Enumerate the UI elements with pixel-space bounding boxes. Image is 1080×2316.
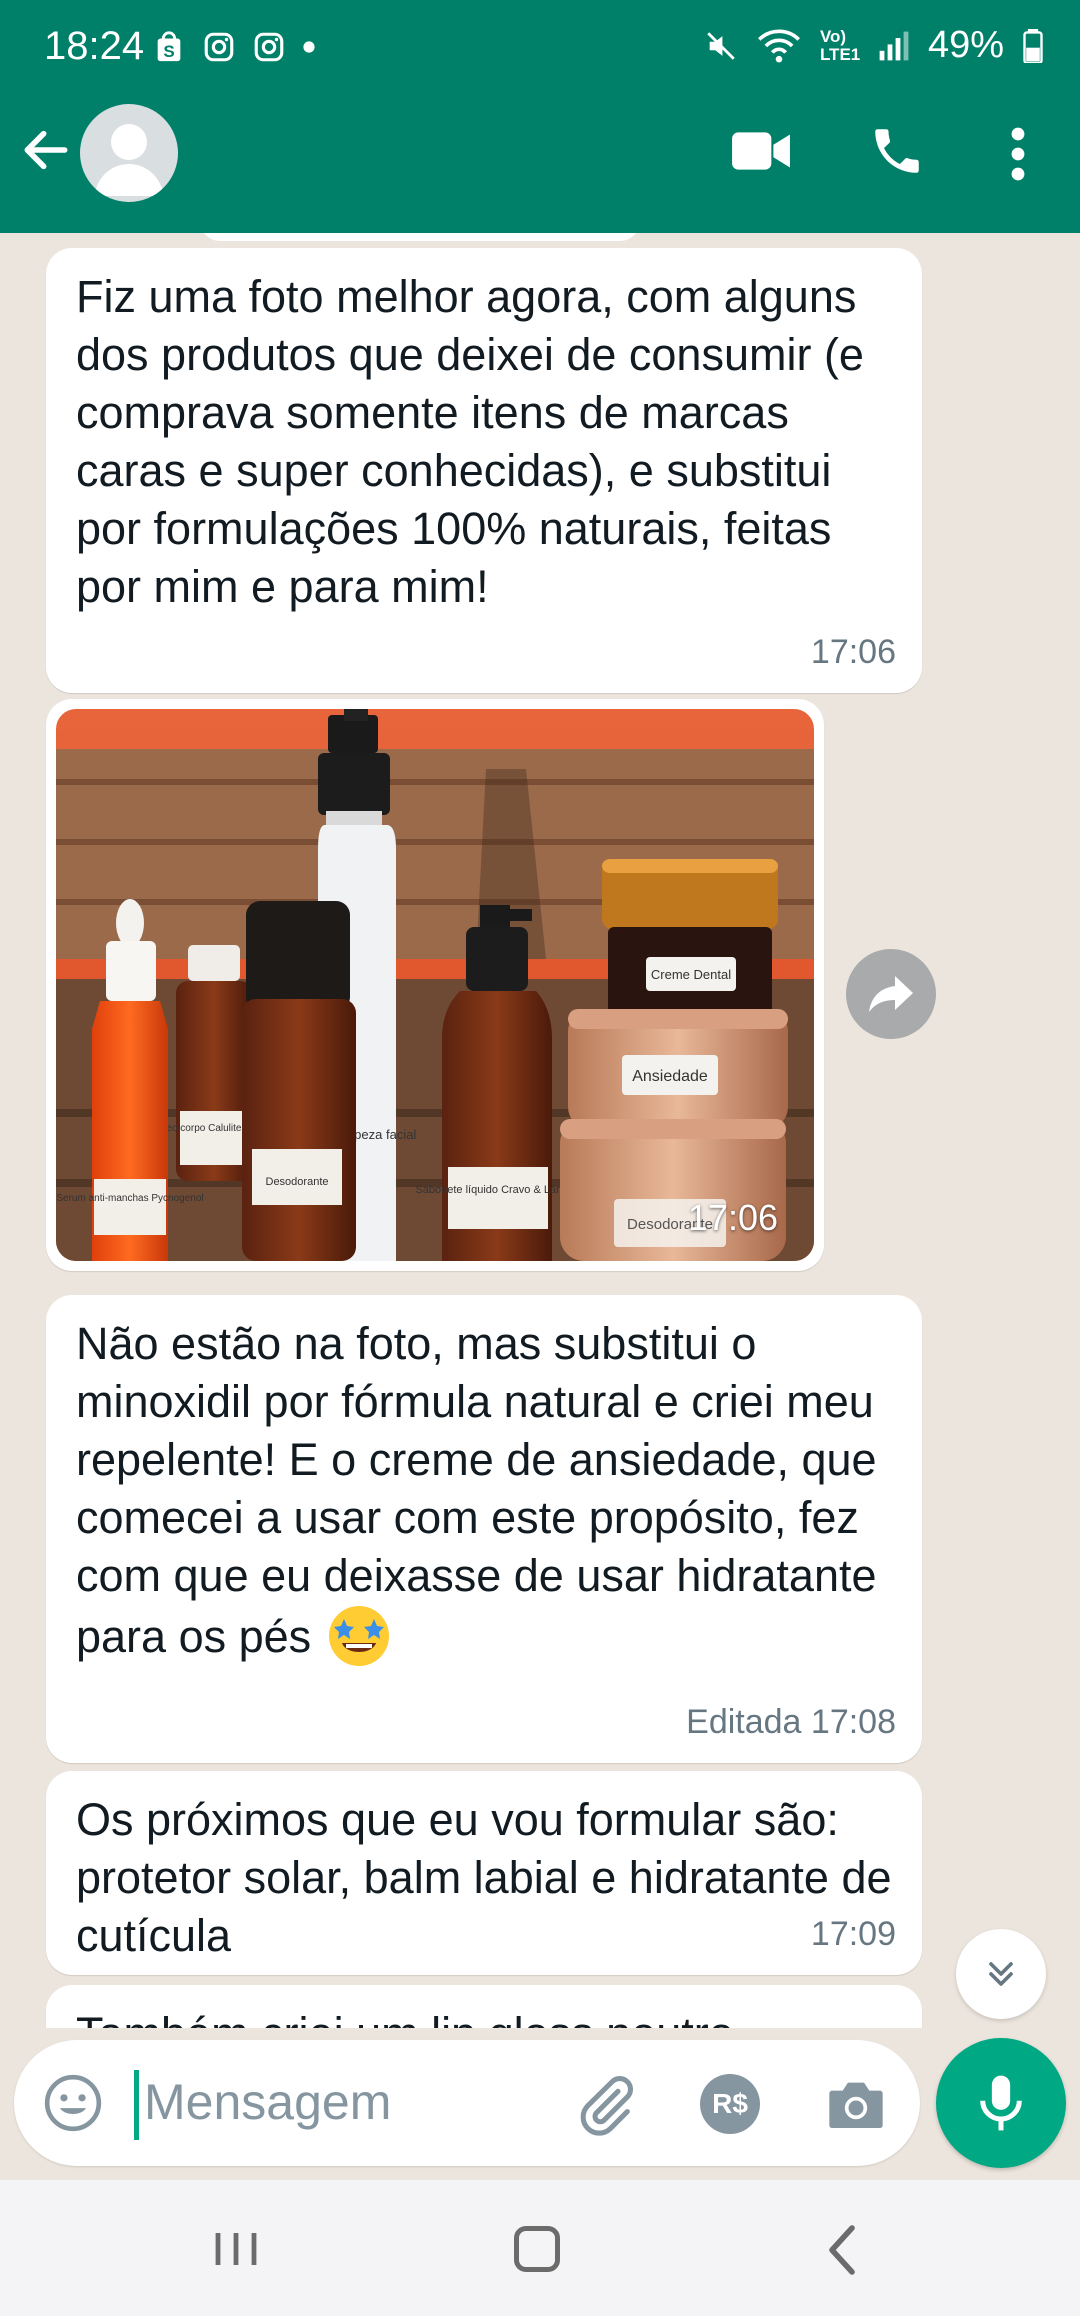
app-bar: 18:24 S Vo) LTE1 49% bbox=[0, 0, 1080, 233]
voice-message-button[interactable] bbox=[936, 2038, 1066, 2168]
message-text: Fiz uma foto melhor agora, com alguns do… bbox=[76, 271, 864, 612]
previous-bubble-edge bbox=[200, 233, 640, 241]
message-bubble[interactable]: Também criei um lip gloss neutro bbox=[46, 1985, 922, 2028]
message-text: Não estão na foto, mas substitui o minox… bbox=[76, 1318, 877, 1662]
paperclip-icon[interactable] bbox=[574, 2074, 638, 2138]
status-time: 18:24 bbox=[44, 24, 145, 68]
instagram-icon bbox=[204, 32, 234, 62]
forward-icon bbox=[869, 976, 913, 1012]
camera-icon[interactable] bbox=[824, 2074, 888, 2134]
more-options-icon[interactable] bbox=[1000, 124, 1036, 184]
voice-call-icon[interactable] bbox=[868, 122, 926, 180]
payment-button[interactable]: R$ bbox=[700, 2074, 760, 2134]
message-time: 17:09 bbox=[810, 1915, 896, 1953]
scroll-to-bottom-button[interactable] bbox=[956, 1929, 1046, 2019]
message-time: 17:06 bbox=[810, 633, 896, 671]
status-bar: 18:24 S Vo) LTE1 49% bbox=[0, 0, 1080, 95]
message-bubble[interactable]: Os próximos que eu vou formular são: pro… bbox=[46, 1771, 922, 1975]
signal-icon bbox=[879, 31, 909, 60]
desodorante-bottle-label: Desodorante bbox=[266, 1176, 329, 1188]
network-label: Vo) LTE1 bbox=[819, 26, 861, 64]
message-text: Os próximos que eu vou formular são: pro… bbox=[76, 1794, 892, 1961]
products-image: Gel de limpeza facial Óleo corpo Calulit… bbox=[56, 709, 814, 1261]
system-back-icon[interactable] bbox=[822, 2224, 862, 2276]
contact-avatar[interactable] bbox=[80, 104, 178, 202]
notification-dot-icon bbox=[303, 41, 315, 53]
double-chevron-down-icon bbox=[989, 1962, 1013, 1986]
message-bubble[interactable]: Fiz uma foto melhor agora, com alguns do… bbox=[46, 248, 922, 693]
payment-label: R$ bbox=[712, 2088, 748, 2119]
shop-icon: S bbox=[157, 31, 181, 62]
chat-area[interactable]: Fiz uma foto melhor agora, com alguns do… bbox=[0, 233, 1080, 2028]
product-photo[interactable]: Gel de limpeza facial Óleo corpo Calulit… bbox=[56, 709, 814, 1261]
sabonete-label: Sabonete líquido Cravo & Laranja bbox=[415, 1184, 581, 1196]
message-bubble[interactable]: Não estão na foto, mas substitui o minox… bbox=[46, 1295, 922, 1763]
message-input[interactable] bbox=[144, 2062, 564, 2142]
message-text: Também criei um lip gloss neutro bbox=[46, 1985, 922, 2028]
text-cursor bbox=[134, 2070, 139, 2140]
emoji-icon[interactable] bbox=[42, 2072, 104, 2134]
instagram-icon bbox=[254, 32, 284, 62]
message-composer: R$ bbox=[14, 2040, 920, 2166]
ansiedade-label: Ansiedade bbox=[632, 1068, 708, 1085]
battery-icon bbox=[1023, 28, 1043, 63]
svg-text:S: S bbox=[163, 42, 174, 61]
system-nav-bar bbox=[0, 2180, 1080, 2316]
back-arrow-icon[interactable] bbox=[18, 122, 74, 178]
image-time: 17:06 bbox=[687, 1197, 778, 1238]
recents-icon[interactable] bbox=[212, 2228, 260, 2270]
default-avatar-icon bbox=[94, 124, 164, 196]
mute-icon bbox=[707, 31, 735, 60]
forward-button[interactable] bbox=[846, 949, 936, 1039]
star-struck-emoji-icon bbox=[324, 1599, 394, 1669]
wifi-icon bbox=[757, 28, 800, 62]
image-message[interactable]: Gel de limpeza facial Óleo corpo Calulit… bbox=[46, 699, 824, 1271]
message-time: Editada 17:08 bbox=[686, 1703, 896, 1741]
microphone-icon bbox=[980, 2075, 1022, 2131]
battery-percent: 49% bbox=[927, 24, 1004, 66]
creme-label: Creme Dental bbox=[651, 967, 731, 982]
serum-label: Serum anti-manchas Pycnogenol bbox=[56, 1193, 203, 1204]
home-icon[interactable] bbox=[514, 2226, 560, 2272]
video-call-icon[interactable] bbox=[730, 128, 792, 174]
